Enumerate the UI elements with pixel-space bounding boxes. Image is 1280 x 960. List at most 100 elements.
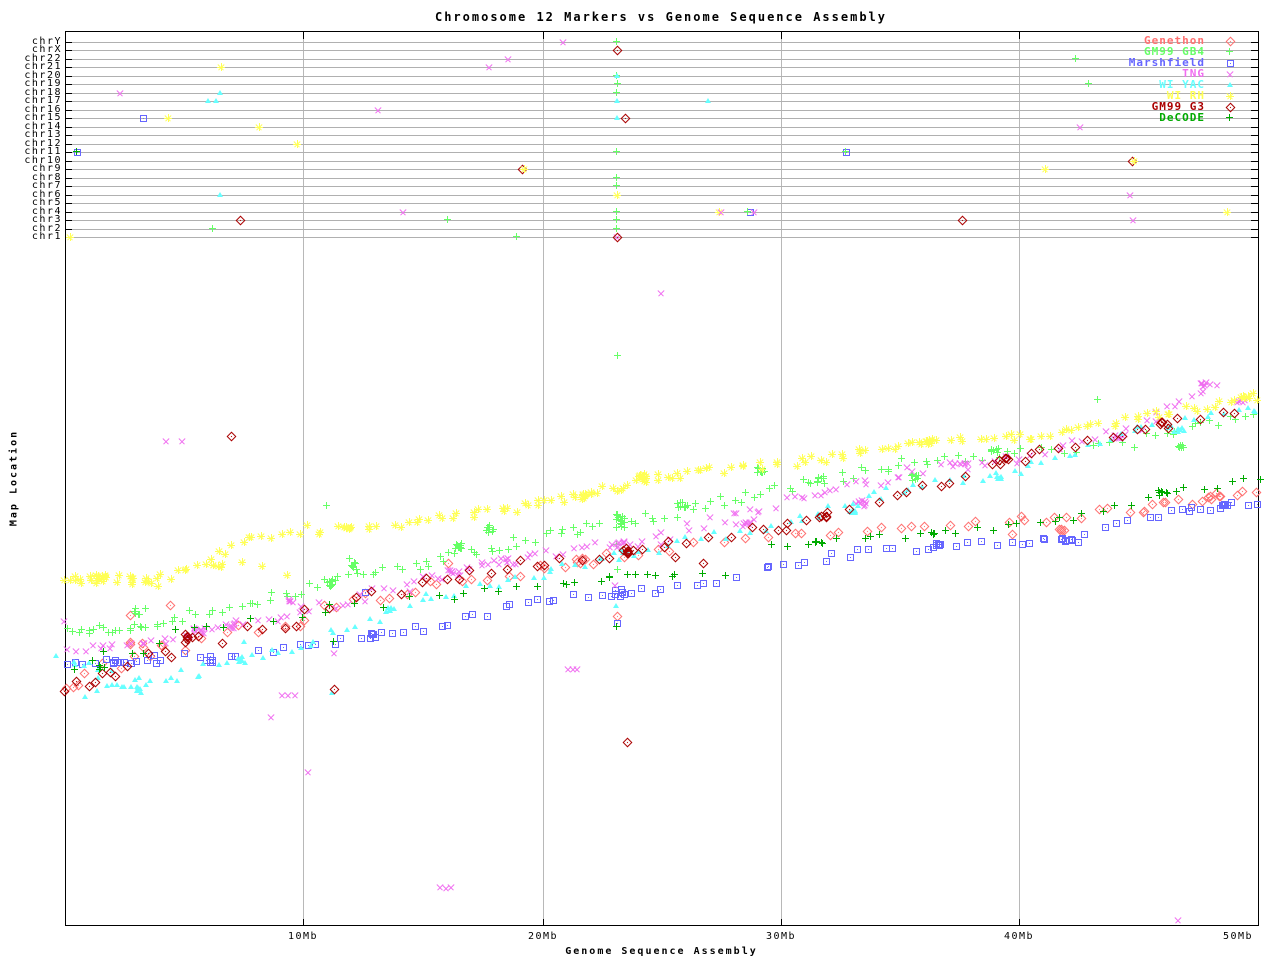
marshfield-marker [144, 657, 151, 664]
wi-yac-marker [572, 562, 578, 567]
gm99-gb4-marker [862, 467, 869, 474]
marshfield-marker [889, 545, 896, 552]
wi-yac-marker [135, 688, 141, 693]
gm99-gb4-marker [617, 520, 624, 527]
wi-rh-marker [316, 528, 324, 536]
wi-yac-marker [656, 550, 662, 555]
gm99-g3-marker [578, 556, 588, 566]
genethon-marker [157, 641, 167, 651]
decode-marker [100, 648, 107, 655]
row-label-chr1: chr1 [0, 232, 62, 242]
row-tick-right-chr14 [1251, 127, 1258, 128]
wi-yac-marker [239, 654, 245, 659]
tng-marker [859, 499, 870, 510]
wi-yac-marker [121, 684, 127, 689]
wi-yac-marker [998, 474, 1004, 479]
gm99-gb4-marker [702, 505, 709, 512]
marshfield-marker [207, 657, 214, 664]
wi-yac-marker [128, 684, 134, 689]
wi-rh-marker [990, 434, 998, 442]
gm99-gb4-marker [682, 504, 689, 511]
wi-rh-marker [500, 507, 508, 515]
gm99-gb4-marker [757, 468, 764, 475]
row-tick-left-chr11 [65, 152, 72, 153]
wi-yac-marker [136, 675, 142, 680]
gm99-g3-marker [1133, 425, 1143, 435]
y-axis-title: Map Location [9, 430, 20, 526]
wi-rh-marker [99, 577, 107, 585]
row-tick-right-chr11 [1251, 152, 1258, 153]
wi-rh-marker [102, 573, 110, 581]
marshfield-marker [823, 558, 830, 565]
wi-rh-marker [128, 574, 136, 582]
wi-rh-marker [807, 452, 815, 460]
marshfield-outlier [362, 589, 369, 596]
wi-yac-marker [352, 624, 358, 629]
gm99-gb4-marker [169, 618, 176, 625]
wi-rh-marker [587, 488, 595, 496]
tng-marker [962, 463, 973, 474]
wi-yac-marker [386, 608, 392, 613]
gm99-gb4-marker [249, 600, 256, 607]
legend-entry-marshfield: Marshfield [0, 57, 1205, 68]
wi-rh-marker [71, 576, 79, 584]
gm99-gb4-marker [226, 604, 233, 611]
genethon-marker [1077, 514, 1087, 524]
gm99-g3-marker [161, 647, 171, 657]
marshfield-marker [1059, 535, 1066, 542]
wi-yac-marker [901, 490, 907, 495]
gm99-gb4-marker [154, 623, 161, 630]
marshfield-marker [203, 657, 210, 664]
decode-marker [990, 527, 997, 534]
marshfield-marker [368, 630, 375, 637]
decode-marker [598, 578, 605, 585]
gm99-g3-marker [624, 549, 634, 559]
bottom-tick-40Mb [1019, 919, 1020, 925]
marshfield-marker [994, 542, 1001, 549]
decode-marker [833, 535, 840, 542]
gm99-gb4-marker [1004, 448, 1011, 455]
wi-yac-marker [95, 667, 101, 672]
decode-marker [140, 650, 147, 657]
marshfield-marker [503, 603, 510, 610]
gm99-gb4-marker [970, 453, 977, 460]
marshfield-marker [1217, 505, 1224, 512]
tng-marker [446, 565, 457, 576]
gm99-gb4-marker [112, 627, 119, 634]
wi-yac-marker [385, 605, 391, 610]
tng-marker [354, 588, 365, 599]
wi-rh-marker [1152, 407, 1160, 415]
gm99-gb4-marker [995, 445, 1002, 452]
marshfield-marker [151, 652, 158, 659]
tng-marker [1108, 432, 1119, 443]
wi-yac-marker [216, 662, 222, 667]
marshfield-marker [207, 653, 214, 660]
decode-outlier [613, 623, 620, 630]
genethon-marker [234, 621, 244, 631]
marshfield-marker [157, 657, 164, 664]
tng-marker [856, 494, 867, 505]
gm99-gb4-marker [379, 564, 386, 571]
wi-rh-marker [144, 577, 152, 585]
wi-yac-marker [878, 496, 884, 501]
tng-marker [860, 478, 871, 489]
wi-rh-marker [1007, 430, 1015, 438]
wi-yac-marker [849, 510, 855, 515]
wi-rh-marker [673, 469, 681, 477]
wi-rh-marker [342, 524, 350, 532]
gm99-gb4-marker [458, 545, 465, 552]
marshfield-marker [1062, 538, 1069, 545]
tng-marker [404, 585, 415, 596]
decode-marker [931, 530, 938, 537]
tng-marker [199, 622, 210, 633]
row-tick-left-chr1 [65, 237, 72, 238]
bottom-tick-30Mb [781, 919, 782, 925]
wi-yac-marker [850, 501, 856, 506]
marshfield-marker [978, 538, 985, 545]
wi-yac-marker [512, 574, 518, 579]
wi-rh-marker [221, 550, 229, 558]
wi-rh-marker [878, 445, 886, 453]
genethon-marker [300, 616, 310, 626]
axis-bottom [65, 925, 1259, 926]
tng-marker [604, 541, 615, 552]
